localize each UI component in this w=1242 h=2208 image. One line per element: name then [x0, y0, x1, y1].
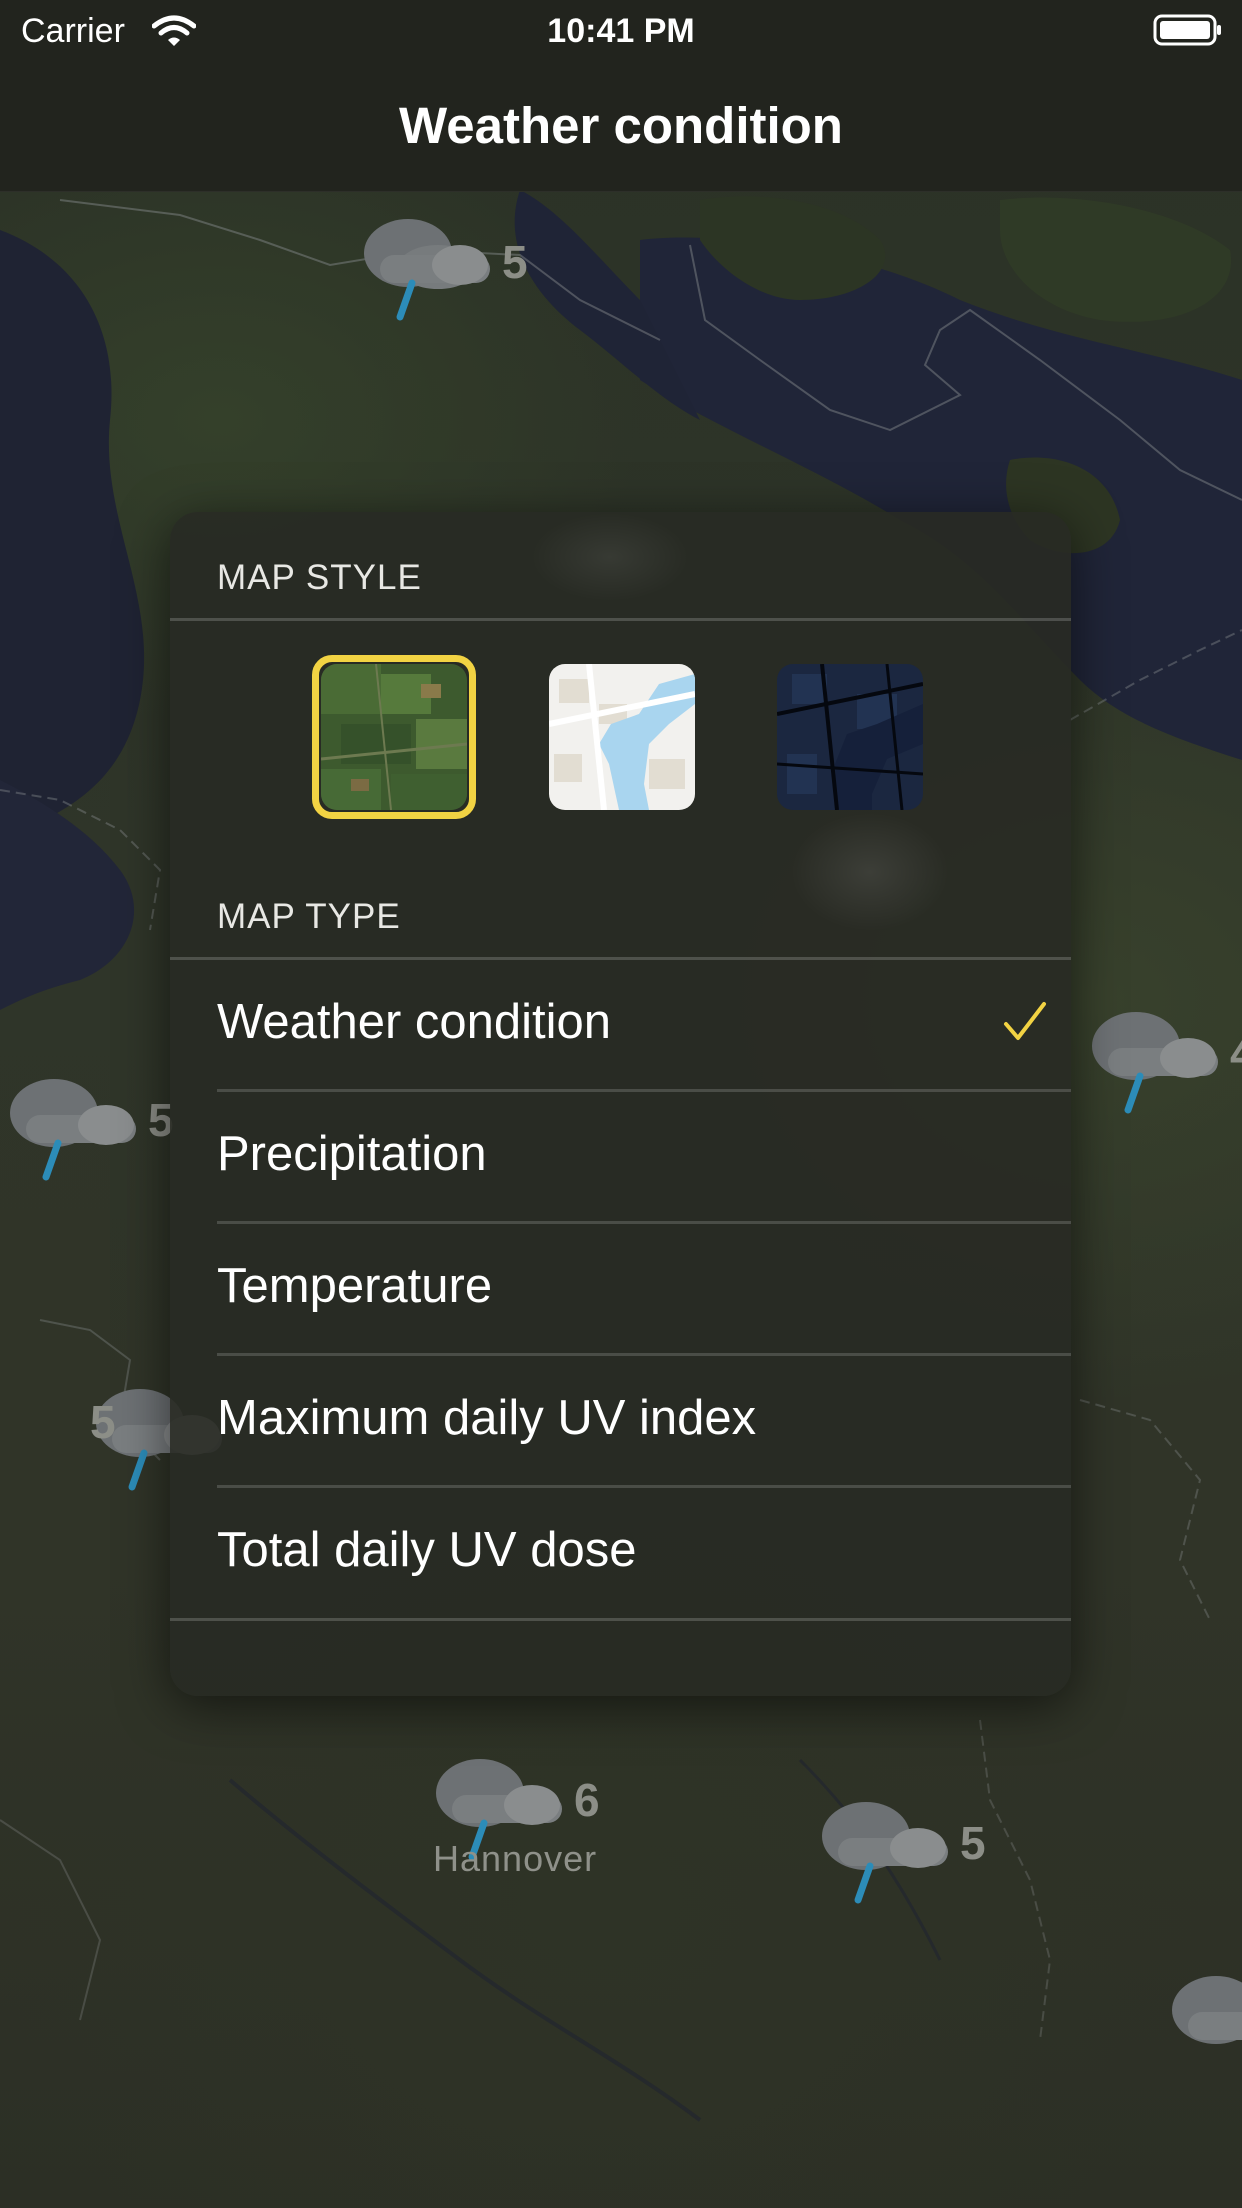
map-type-label: Temperature [217, 1259, 493, 1313]
map-style-header: MAP STYLE [217, 558, 422, 597]
marker-temperature: 5 [960, 1817, 986, 1869]
marker-temperature: 4 [1230, 1026, 1242, 1080]
status-bar: Carrier 10:41 PM [0, 0, 1242, 62]
rain-cloud-icon [1172, 1976, 1242, 2044]
map-type-option-weather-condition[interactable]: Weather condition [170, 960, 1071, 1092]
rain-cloud-icon [1092, 1012, 1218, 1114]
checkmark-icon [1004, 1002, 1046, 1040]
marker-temperature: 5 [90, 1396, 116, 1448]
map-type-label: Weather condition [217, 995, 612, 1049]
navigation-bar: Weather condition [0, 62, 1242, 192]
page-title: Weather condition [399, 97, 843, 154]
marker-temperature: 5 [502, 236, 528, 288]
city-label: Hannover [433, 1838, 598, 1879]
map-style-standard[interactable] [549, 664, 695, 810]
status-time: 10:41 PM [547, 12, 695, 50]
rain-cloud-icon [364, 219, 490, 321]
map-type-option-total-uv-dose[interactable]: Total daily UV dose [170, 1488, 1071, 1620]
rain-cloud-icon [822, 1802, 948, 1904]
satellite-map-icon [321, 664, 467, 810]
map-style-dark[interactable] [777, 664, 923, 810]
map-options-popover: MAP STYLE MAP TYPE Weather condition Pre… [170, 512, 1071, 1696]
panel-highlight [530, 512, 690, 602]
section-divider [170, 618, 1071, 621]
battery-icon [1153, 14, 1221, 46]
map-type-option-max-uv-index[interactable]: Maximum daily UV index [170, 1356, 1071, 1488]
dark-map-icon [777, 664, 923, 810]
standard-map-icon [549, 664, 695, 810]
map-type-label: Maximum daily UV index [217, 1391, 757, 1445]
map-type-label: Total daily UV dose [217, 1523, 637, 1577]
section-divider [170, 1618, 1071, 1621]
map-type-option-precipitation[interactable]: Precipitation [170, 1092, 1071, 1224]
map-style-satellite[interactable] [321, 664, 467, 810]
panel-highlight [790, 812, 950, 932]
map-type-option-temperature[interactable]: Temperature [170, 1224, 1071, 1356]
map-type-label: Precipitation [217, 1127, 487, 1181]
map-type-header: MAP TYPE [217, 897, 401, 936]
marker-temperature: 6 [574, 1774, 600, 1826]
rain-cloud-icon [10, 1079, 136, 1181]
